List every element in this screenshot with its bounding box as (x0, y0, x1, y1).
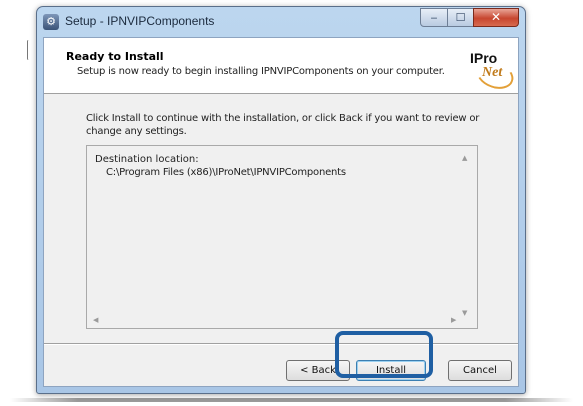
destination-label: Destination location: (95, 154, 199, 165)
page-title: Ready to Install (66, 50, 164, 63)
ipronet-logo: IPro Net (470, 48, 518, 94)
scroll-up-arrow-icon[interactable]: ▲ (462, 154, 467, 162)
wizard-header: Ready to Install Setup is now ready to b… (44, 38, 518, 94)
maximize-button[interactable]: ☐ (447, 8, 474, 27)
setup-icon: ⚙ (43, 14, 59, 30)
page-shadow-line (10, 398, 573, 402)
scroll-down-arrow-icon[interactable]: ▼ (462, 309, 467, 317)
logo-text-ipro: IPro (470, 50, 498, 66)
page-subtitle: Setup is now ready to begin installing I… (77, 66, 445, 77)
window-title: Setup - IPNVIPComponents (65, 14, 215, 28)
install-highlight-box (335, 331, 433, 378)
scroll-right-arrow-icon[interactable]: ▶ (451, 316, 456, 324)
cancel-button[interactable]: Cancel (448, 360, 512, 381)
scroll-left-arrow-icon[interactable]: ◀ (93, 316, 98, 324)
ready-memo-box[interactable]: Destination location: C:\Program Files (… (86, 145, 478, 329)
title-bar[interactable]: ⚙ Setup - IPNVIPComponents ‒ ☐ ✕ (37, 7, 525, 37)
destination-path: C:\Program Files (x86)\IProNet\IPNVIPCom… (106, 167, 346, 178)
minimize-button[interactable]: ‒ (420, 8, 448, 27)
button-separator (44, 343, 518, 345)
close-button[interactable]: ✕ (473, 8, 519, 27)
background-window-edge (27, 40, 30, 60)
setup-window: ⚙ Setup - IPNVIPComponents ‒ ☐ ✕ Ready t… (36, 6, 526, 394)
instructions-text: Click Install to continue with the insta… (86, 113, 480, 137)
logo-text-net: Net (482, 65, 503, 80)
wizard-client-area: Ready to Install Setup is now ready to b… (43, 37, 519, 387)
